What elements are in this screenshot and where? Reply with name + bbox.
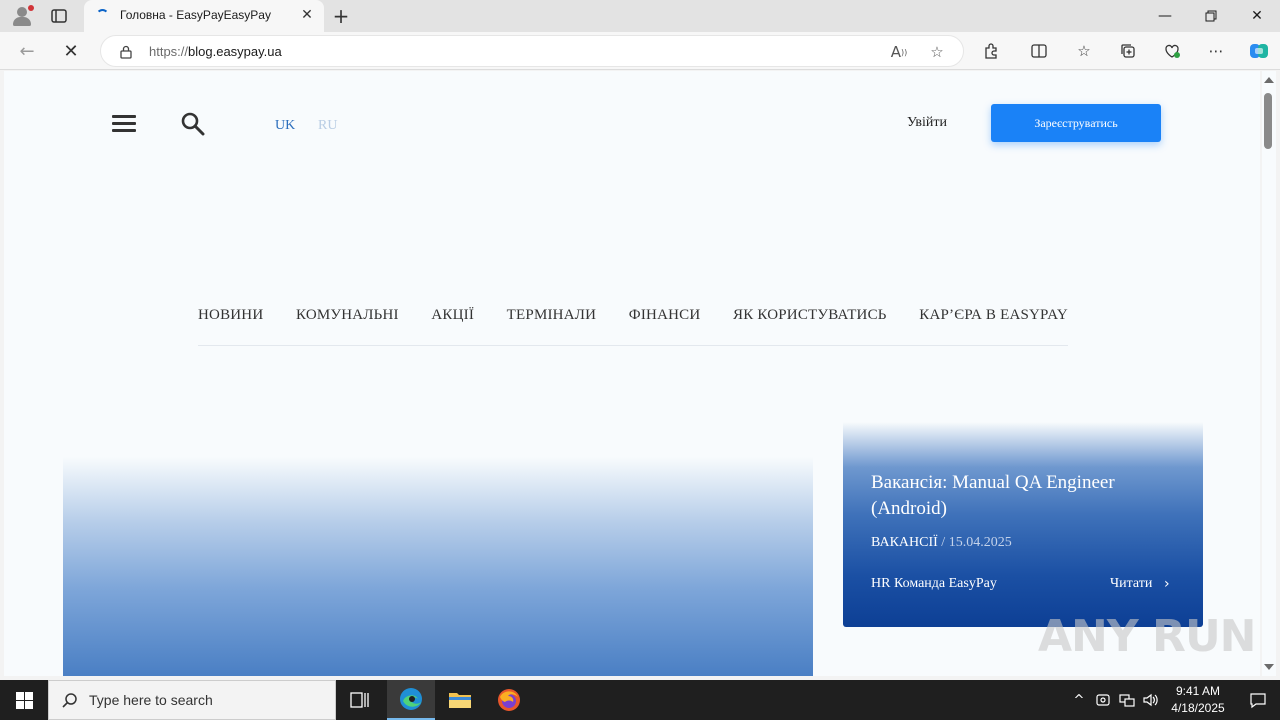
page-viewport: UK RU Увійти Зареєструватись НОВИНИ КОМУ… (4, 71, 1260, 676)
nav-item-career[interactable]: КАР’ЄРА В EASYPAY (919, 307, 1068, 345)
tab-close-icon[interactable]: ✕ (300, 8, 314, 22)
chevron-right-icon[interactable]: › (1164, 576, 1170, 592)
stop-loading-icon[interactable]: ✕ (60, 40, 82, 62)
taskbar-clock[interactable]: 9:41 AM 4/18/2025 (1160, 683, 1236, 717)
nav-item-promotions[interactable]: АКЦІЇ (431, 307, 474, 345)
windows-logo-icon (15, 691, 33, 709)
article-title[interactable]: Вакансія: Manual QA Engineer (Android) (871, 470, 1171, 522)
address-bar[interactable]: https://blog.easypay.ua A)) ☆ (100, 35, 964, 67)
search-icon[interactable] (180, 111, 206, 137)
extensions-icon[interactable] (981, 41, 1001, 61)
featured-article-card[interactable]: Вакансія: Manual QA Engineer (Android) В… (843, 422, 1203, 627)
favorite-star-icon[interactable]: ☆ (927, 42, 947, 62)
volume-icon[interactable] (1141, 690, 1161, 710)
article-date: 15.04.2025 (948, 535, 1012, 550)
page-scrollbar[interactable] (1262, 71, 1276, 676)
profile-avatar-icon[interactable] (10, 5, 34, 27)
notifications-icon[interactable] (1236, 680, 1280, 720)
scroll-up-icon[interactable] (1264, 77, 1274, 83)
article-author: HR Команда EasyPay (871, 576, 997, 591)
tab-title: Головна - EasyPayEasyPay (120, 8, 271, 22)
favorites-icon[interactable]: ☆ (1074, 41, 1094, 61)
article-category[interactable]: ВАКАНСІЇ (871, 535, 938, 550)
minimize-icon[interactable]: — (1142, 0, 1188, 32)
loading-spinner-icon (96, 9, 109, 22)
language-ru-link[interactable]: RU (318, 118, 337, 134)
back-icon[interactable]: ← (16, 40, 38, 62)
search-icon (61, 692, 79, 710)
network-icon[interactable] (1117, 690, 1137, 710)
nav-item-terminals[interactable]: ТЕРМІНАЛИ (507, 307, 596, 345)
show-hidden-icons-icon[interactable]: ^ (1069, 690, 1089, 710)
split-screen-icon[interactable] (1029, 41, 1049, 61)
collections-icon[interactable] (1118, 41, 1138, 61)
anyrun-watermark: ANY RUN (1038, 611, 1256, 662)
nav-item-how-to-use[interactable]: ЯК КОРИСТУВАТИСЬ (733, 307, 887, 345)
menu-hamburger-icon[interactable] (112, 115, 136, 133)
hero-banner-image[interactable] (63, 457, 813, 676)
copilot-icon[interactable] (1247, 39, 1271, 63)
login-link[interactable]: Увійти (907, 115, 947, 131)
tab-actions-icon[interactable] (50, 7, 68, 25)
task-view-icon[interactable] (336, 680, 384, 720)
meet-now-icon[interactable] (1093, 690, 1113, 710)
browser-tabbar: Головна - EasyPayEasyPay ✕ + — ✕ (0, 0, 1280, 32)
edge-taskbar-icon[interactable] (387, 680, 435, 720)
browser-essentials-icon[interactable] (1162, 41, 1182, 61)
nav-item-finance[interactable]: ФІНАНСИ (629, 307, 701, 345)
main-navigation: НОВИНИ КОМУНАЛЬНІ АКЦІЇ ТЕРМІНАЛИ ФІНАНС… (198, 307, 1068, 346)
scrollbar-thumb[interactable] (1264, 93, 1272, 149)
windows-taskbar: Type here to search ^ 9:41 AM 4/18/2025 (0, 680, 1280, 720)
firefox-icon[interactable] (485, 680, 533, 720)
url-text[interactable]: https://blog.easypay.ua (149, 44, 282, 59)
language-uk-link[interactable]: UK (275, 118, 295, 134)
clock-time: 9:41 AM (1175, 684, 1221, 698)
file-explorer-icon[interactable] (436, 680, 484, 720)
article-meta: ВАКАНСІЇ / 15.04.2025 (871, 535, 1012, 550)
lock-icon[interactable] (119, 44, 133, 59)
taskbar-search-box[interactable]: Type here to search (48, 680, 336, 720)
nav-item-news[interactable]: НОВИНИ (198, 307, 263, 345)
start-button[interactable] (0, 680, 48, 720)
more-options-icon[interactable]: ⋯ (1206, 41, 1226, 61)
read-aloud-icon[interactable]: A)) (889, 42, 909, 62)
browser-tab-active[interactable]: Головна - EasyPayEasyPay ✕ (84, 0, 324, 32)
new-tab-icon[interactable]: + (332, 6, 350, 26)
browser-toolbar: ← ✕ https://blog.easypay.ua A)) ☆ ☆ ⋯ (0, 32, 1280, 70)
register-button[interactable]: Зареєструватись (991, 104, 1161, 142)
restore-icon[interactable] (1188, 0, 1234, 32)
clock-date: 4/18/2025 (1171, 701, 1225, 715)
nav-item-utilities[interactable]: КОМУНАЛЬНІ (296, 307, 399, 345)
read-more-link[interactable]: Читати (1110, 576, 1152, 592)
taskbar-search-placeholder: Type here to search (89, 692, 213, 708)
scroll-down-icon[interactable] (1264, 664, 1274, 670)
close-window-icon[interactable]: ✕ (1234, 0, 1280, 32)
